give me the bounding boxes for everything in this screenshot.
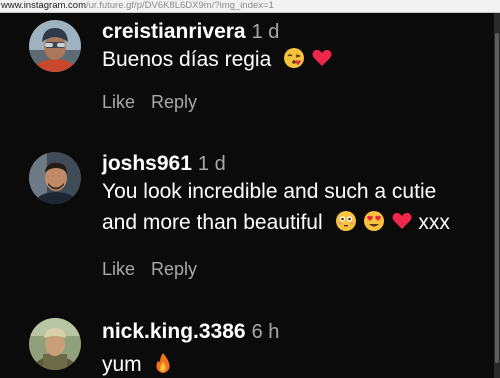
scrollbar-thumb[interactable]: [495, 33, 499, 363]
username-text[interactable]: creistianrivera: [102, 20, 246, 43]
comment-body-line-1: You look incredible and such a cutie: [102, 180, 437, 203]
comment-actions: Like Reply: [102, 259, 197, 280]
red-heart-emoji: [391, 210, 413, 241]
url-path: /ur.future.gf/p/DV6K8L6DX9m/?img_index=1: [86, 0, 274, 11]
reply-button[interactable]: Reply: [151, 259, 197, 279]
face-blowing-kiss-emoji: [283, 47, 305, 78]
comment-time: 1 d: [197, 153, 226, 175]
comment-username[interactable]: creistianrivera 1 d: [102, 20, 279, 44]
comment-body-line-2: and more than beautiful xxx: [102, 207, 492, 241]
comment-username[interactable]: nick.king.3386 6 h: [102, 320, 279, 344]
comment-time: 6 h: [251, 321, 280, 343]
page: www.instagram.com/ur.future.gf/p/DV6K8L6…: [0, 0, 500, 378]
comment-body-tail: xxx: [418, 211, 450, 234]
comment-time: 1 d: [251, 21, 280, 43]
heart-eyes-emoji: [363, 210, 385, 241]
avatar[interactable]: [29, 20, 81, 72]
comment-body: Buenos días regia: [102, 48, 272, 71]
comment-username[interactable]: joshs961 1 d: [102, 152, 226, 176]
comment-item: creistianrivera 1 d Buenos días regia Lik…: [0, 13, 494, 133]
flushed-face-emoji: [335, 210, 357, 241]
comment-actions: Like Reply: [102, 92, 197, 113]
comment-item: nick.king.3386 6 h yum: [0, 313, 494, 378]
comments-feed: creistianrivera 1 d Buenos días regia Lik…: [0, 13, 494, 378]
url-host: www.instagram.com: [1, 0, 86, 11]
like-button[interactable]: Like: [102, 259, 135, 279]
comment-body: yum: [102, 353, 142, 376]
username-text[interactable]: nick.king.3386: [102, 320, 246, 343]
comment-item: joshs961 1 d You look incredible and such…: [0, 145, 494, 295]
comment-text: yum: [102, 349, 492, 378]
avatar[interactable]: [29, 318, 81, 370]
fire-emoji: [154, 352, 172, 378]
scrollbar[interactable]: [494, 13, 500, 378]
comment-text: Buenos días regia: [102, 44, 492, 78]
username-text[interactable]: joshs961: [102, 152, 192, 175]
comment-body: and more than beautiful: [102, 211, 323, 234]
like-button[interactable]: Like: [102, 92, 135, 112]
address-bar[interactable]: www.instagram.com/ur.future.gf/p/DV6K8L6…: [0, 0, 500, 13]
reply-button[interactable]: Reply: [151, 92, 197, 112]
avatar[interactable]: [29, 152, 81, 204]
red-heart-emoji: [311, 47, 333, 78]
comment-text: You look incredible and such a cutie and…: [102, 176, 492, 241]
